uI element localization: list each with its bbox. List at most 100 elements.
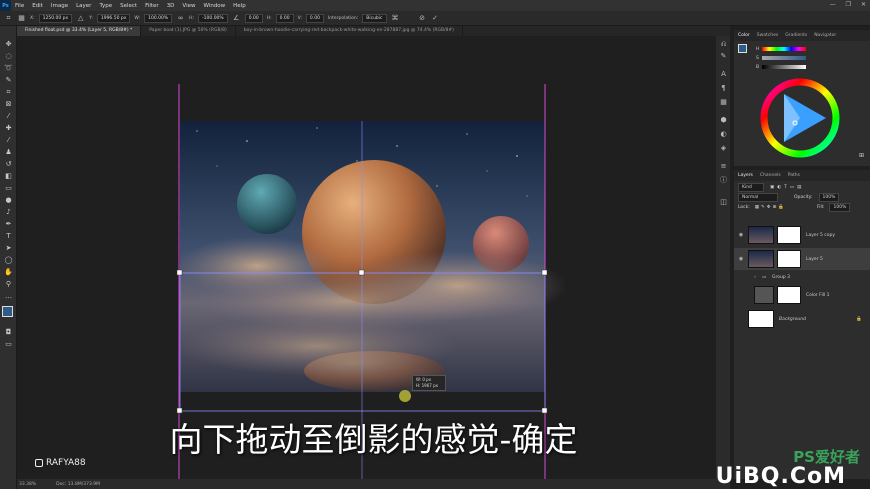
angle-field[interactable]: 0.00 xyxy=(244,13,263,23)
visibility-eye-icon[interactable]: ◉ xyxy=(734,256,748,262)
path-select-icon[interactable]: ➤ xyxy=(4,244,13,253)
maximize-icon[interactable]: ❐ xyxy=(846,1,851,8)
menu-help[interactable]: Help xyxy=(229,3,250,9)
layer-mask-thumbnail[interactable] xyxy=(777,226,801,244)
hand-tool-icon[interactable]: ✋ xyxy=(4,268,13,277)
quick-select-icon[interactable]: ✎ xyxy=(4,76,13,85)
3d-panel-icon[interactable]: ⬢ xyxy=(719,116,728,125)
visibility-eye-icon[interactable]: ◉ xyxy=(734,232,748,238)
cancel-transform-icon[interactable]: ⊘ xyxy=(418,14,427,23)
libraries-icon[interactable]: ▦ xyxy=(719,98,728,107)
clone-stamp-icon[interactable]: ♟ xyxy=(4,148,13,157)
hue-slider[interactable] xyxy=(762,47,806,51)
tab-color[interactable]: Color xyxy=(738,33,750,38)
tab-swatches[interactable]: Swatches xyxy=(757,33,779,38)
lock-icons[interactable]: ▦✎✥⊞🔒 xyxy=(755,205,786,210)
tab-paper-boat[interactable]: Paper boat (1).JPG @ 50% (RGB/8) xyxy=(141,26,236,36)
styles-icon[interactable]: ◈ xyxy=(719,144,728,153)
zoom-level[interactable]: 33.38% xyxy=(19,482,36,487)
tab-paths[interactable]: Paths xyxy=(788,173,800,178)
relative-position-icon[interactable]: △ xyxy=(76,14,85,23)
layer-mask-thumbnail[interactable] xyxy=(777,250,801,268)
layer-filter-kind[interactable]: Kind xyxy=(738,183,764,192)
menu-edit[interactable]: Edit xyxy=(28,3,47,9)
color-wheel[interactable] xyxy=(760,78,840,158)
hskew-field[interactable]: 0.00 xyxy=(275,13,294,23)
fill-field[interactable]: 100% xyxy=(829,203,851,212)
color-foreground-swatch[interactable] xyxy=(738,44,747,53)
move-tool-icon[interactable]: ✥ xyxy=(4,40,13,49)
link-icon[interactable]: ∞ xyxy=(176,14,185,23)
menu-file[interactable]: File xyxy=(11,3,28,9)
color-wheel-options-icon[interactable]: ⊞ xyxy=(859,152,864,159)
history-panel-icon[interactable]: ⎌ xyxy=(719,40,728,49)
brush-tool-icon[interactable]: ⁄ xyxy=(4,136,13,145)
info-icon[interactable]: ⓘ xyxy=(719,176,728,185)
menu-layer[interactable]: Layer xyxy=(72,3,95,9)
dodge-tool-icon[interactable]: ♪ xyxy=(4,208,13,217)
layer-row-color-fill[interactable]: Color Fill 1 xyxy=(734,284,870,306)
eraser-tool-icon[interactable]: ◧ xyxy=(4,172,13,181)
layer-comps-icon[interactable]: ◫ xyxy=(719,198,728,207)
marquee-tool-icon[interactable]: ◌ xyxy=(4,52,13,61)
menu-3d[interactable]: 3D xyxy=(163,3,179,9)
reference-point-icon[interactable]: ▦ xyxy=(17,14,26,23)
layer-row-layer5-copy[interactable]: ◉ Layer 5 copy xyxy=(734,224,870,246)
filter-icons[interactable]: ▣◐T▭▤ xyxy=(770,185,804,190)
y-field[interactable]: 1996.50 px xyxy=(96,13,131,23)
character-panel-icon[interactable]: A xyxy=(719,70,728,79)
gradient-tool-icon[interactable]: ▭ xyxy=(4,184,13,193)
layer-row-background[interactable]: Background 🔒 xyxy=(734,308,870,330)
lock-icon[interactable]: 🔒 xyxy=(856,317,862,322)
height-field[interactable]: -100.00% xyxy=(198,13,228,23)
brush-settings-icon[interactable]: ✎ xyxy=(719,52,728,61)
menu-image[interactable]: Image xyxy=(47,3,72,9)
tab-finished-float[interactable]: Finished float.psd @ 33.4% (Layer 5, RGB… xyxy=(17,26,142,36)
healing-brush-icon[interactable]: ✚ xyxy=(4,124,13,133)
shape-tool-icon[interactable]: ◯ xyxy=(4,256,13,265)
blur-tool-icon[interactable]: ● xyxy=(4,196,13,205)
blend-mode-select[interactable]: Normal xyxy=(738,193,778,202)
history-brush-icon[interactable]: ↺ xyxy=(4,160,13,169)
properties-icon[interactable]: ≡ xyxy=(719,162,728,171)
transform-tool-icon[interactable]: ⌗ xyxy=(4,14,13,23)
type-tool-icon[interactable]: T xyxy=(4,232,13,241)
tab-boy-in-brown-hoodie[interactable]: boy-in-brown-hoodie-carrying-red-backpac… xyxy=(236,26,463,36)
group-expand-chevron-icon[interactable]: › xyxy=(748,275,762,280)
more-tools-icon[interactable]: … xyxy=(4,292,13,301)
tab-channels[interactable]: Channels xyxy=(760,173,781,178)
screen-mode-icon[interactable]: ▭ xyxy=(4,340,13,349)
tab-gradients[interactable]: Gradients xyxy=(785,33,807,38)
pen-tool-icon[interactable]: ✒ xyxy=(4,220,13,229)
menu-filter[interactable]: Filter xyxy=(141,3,163,9)
quick-mask-icon[interactable]: ◘ xyxy=(4,328,13,337)
paragraph-panel-icon[interactable]: ¶ xyxy=(719,84,728,93)
close-icon[interactable]: ✕ xyxy=(861,1,866,8)
layer-mask-thumbnail[interactable] xyxy=(777,286,801,304)
adjustments-icon[interactable]: ◐ xyxy=(719,130,728,139)
width-field[interactable]: 100.00% xyxy=(144,13,173,23)
layer-row-layer5[interactable]: ◉ Layer 5 xyxy=(734,248,870,270)
menu-window[interactable]: Window xyxy=(199,3,229,9)
crop-tool-icon[interactable]: ⌗ xyxy=(4,88,13,97)
layer-row-group3[interactable]: › ▭ Group 3 xyxy=(734,270,870,284)
commit-transform-icon[interactable]: ✓ xyxy=(431,14,440,23)
canvas-area[interactable]: W: 0 px H: 1967 px 向下拖动至倒影的感觉-确定 RAFYA88 xyxy=(17,36,730,479)
foreground-color-swatch[interactable] xyxy=(2,306,13,317)
tab-navigator[interactable]: Navigator xyxy=(814,33,836,38)
tab-layers[interactable]: Layers xyxy=(738,173,753,178)
vskew-field[interactable]: 0.00 xyxy=(305,13,324,23)
opacity-field[interactable]: 100% xyxy=(818,193,840,202)
saturation-slider[interactable] xyxy=(762,56,806,60)
eyedropper-icon[interactable]: ⁄ xyxy=(4,112,13,121)
menu-select[interactable]: Select xyxy=(116,3,141,9)
brightness-slider[interactable] xyxy=(762,65,806,69)
x-field[interactable]: 1250.00 px xyxy=(38,13,73,23)
menu-view[interactable]: View xyxy=(178,3,199,9)
interpolation-select[interactable]: Bicubic xyxy=(362,13,387,23)
lasso-tool-icon[interactable]: ➰ xyxy=(4,64,13,73)
menu-type[interactable]: Type xyxy=(95,3,116,9)
minimize-icon[interactable]: — xyxy=(830,1,836,8)
warp-icon[interactable]: ⌘ xyxy=(391,14,400,23)
zoom-tool-icon[interactable]: ⚲ xyxy=(4,280,13,289)
